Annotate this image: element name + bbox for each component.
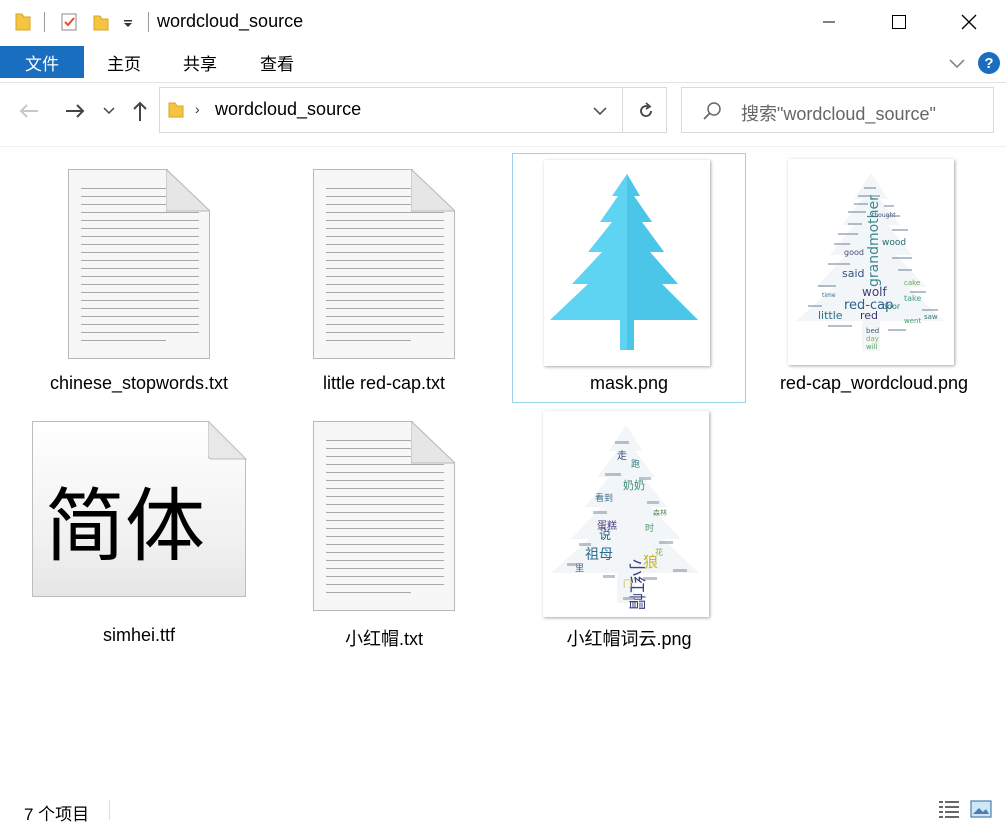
details-view-icon[interactable] (938, 799, 960, 819)
tab-view[interactable]: 查看 (249, 46, 305, 78)
wordcloud-word: 看到 (595, 492, 613, 504)
status-separator (109, 800, 110, 820)
customize-toolbar-chevron-icon[interactable] (122, 18, 134, 30)
up-button[interactable] (125, 96, 155, 126)
title-bar (0, 0, 1006, 44)
file-item[interactable]: 小红帽.txt (267, 405, 501, 655)
page-fold-icon (208, 421, 248, 460)
file-item[interactable]: little red-cap.txt (267, 153, 501, 403)
tab-home[interactable]: 主页 (96, 46, 152, 78)
tab-share[interactable]: 共享 (172, 46, 228, 78)
wordcloud-image: grandmother red-cap wolf little red said… (796, 173, 944, 351)
expand-ribbon-chevron-icon[interactable] (946, 52, 968, 74)
font-preview-glyphs: 简体 (45, 480, 205, 573)
file-item[interactable]: grandmother red-cap wolf little red said… (757, 153, 991, 403)
wordcloud-word: wolf (862, 285, 887, 299)
refresh-button[interactable] (633, 98, 659, 124)
search-icon (703, 102, 721, 120)
tab-file[interactable]: 文件 (0, 46, 84, 78)
wordcloud-word: time (822, 292, 836, 299)
wordcloud-word: red (860, 309, 878, 322)
wordcloud-word: wood (882, 238, 906, 248)
window-title: wordcloud_source (157, 11, 304, 31)
wordcloud-word: 花 (655, 547, 663, 557)
folder-icon[interactable] (14, 12, 32, 32)
wordcloud-word: said (842, 267, 865, 280)
file-item-selected[interactable]: mask.png (512, 153, 746, 403)
wordcloud-word: bed (866, 327, 879, 335)
title-separator (148, 12, 149, 32)
file-name: 小红帽.txt (344, 629, 423, 649)
wordcloud-word: will (866, 343, 878, 351)
wordcloud-word: 奶奶 (623, 478, 645, 492)
page-fold-icon (411, 169, 455, 212)
wordcloud-word: 蛋糕 (597, 519, 617, 532)
file-item[interactable]: chinese_stopwords.txt (22, 153, 256, 403)
wordcloud-word: grandmother (866, 195, 882, 287)
back-button[interactable] (14, 96, 44, 126)
wordcloud-word: take (904, 294, 921, 303)
file-name: red-cap_wordcloud.png (779, 373, 969, 393)
page-fold-icon (166, 169, 210, 212)
large-icons-view-icon[interactable] (970, 799, 992, 819)
address-dropdown-button[interactable] (589, 100, 611, 122)
page-fold-icon (411, 421, 455, 464)
file-item[interactable]: 简体 simhei.ttf (22, 405, 256, 655)
properties-icon[interactable] (60, 12, 78, 32)
wordcloud-word: 走 (617, 450, 627, 462)
maximize-button[interactable] (876, 0, 922, 44)
file-name: chinese_stopwords.txt (49, 373, 229, 393)
file-item[interactable]: 小红帽 祖母 狼 奶奶 说 走 跑 蛋糕 看到 里 时 森林 花 门 小红帽词云… (512, 405, 746, 655)
wordcloud-word: 门 (623, 578, 632, 590)
wordcloud-word: 祖母 (585, 547, 613, 563)
tree-mask-image (550, 174, 698, 350)
image-thumbnail: 小红帽 祖母 狼 奶奶 说 走 跑 蛋糕 看到 里 时 森林 花 门 (543, 411, 709, 617)
wordcloud-word: 时 (645, 522, 654, 534)
arrow-up-icon (133, 101, 147, 121)
help-button[interactable]: ? (978, 52, 1000, 74)
file-name: simhei.ttf (102, 625, 176, 645)
wordcloud-word: 跑 (631, 458, 640, 470)
wordcloud-word: 森林 (653, 508, 667, 517)
breadcrumb-separator[interactable]: › (195, 101, 200, 117)
minimize-icon (823, 21, 835, 23)
content-divider (0, 146, 1006, 147)
maximize-icon (892, 15, 906, 29)
wordcloud-word: good (844, 248, 864, 257)
status-item-count: 7 个项目 (24, 805, 90, 824)
wordcloud-word: cake (904, 279, 920, 287)
wordcloud-word: went (904, 317, 921, 325)
breadcrumb-current-folder[interactable]: wordcloud_source (215, 99, 361, 120)
file-name: 小红帽词云.png (566, 629, 692, 649)
image-thumbnail (544, 160, 710, 366)
new-folder-icon[interactable] (92, 12, 110, 32)
chevron-down-icon (593, 107, 607, 116)
wordcloud-word: day (866, 335, 879, 343)
search-input[interactable]: 搜索"wordcloud_source" (741, 100, 936, 126)
file-name: little red-cap.txt (322, 373, 446, 393)
quick-access-separator (44, 12, 45, 32)
refresh-icon (640, 102, 652, 117)
wordcloud-word: saw (924, 313, 938, 321)
wordcloud-word: door (882, 302, 901, 311)
wordcloud-word: little (818, 309, 843, 322)
arrow-left-icon (19, 104, 38, 118)
minimize-button[interactable] (806, 0, 852, 44)
image-thumbnail: grandmother red-cap wolf little red said… (788, 159, 954, 365)
file-name: mask.png (589, 373, 669, 393)
address-divider (622, 88, 623, 132)
arrow-right-icon (66, 104, 85, 118)
close-button[interactable] (946, 0, 992, 44)
chevron-down-icon (103, 107, 115, 115)
forward-button[interactable] (60, 96, 90, 126)
close-icon (961, 14, 977, 30)
recent-locations-button[interactable] (96, 96, 122, 126)
chinese-wordcloud-image: 小红帽 祖母 狼 奶奶 说 走 跑 蛋糕 看到 里 时 森林 花 门 (551, 425, 699, 610)
folder-icon (168, 102, 184, 118)
